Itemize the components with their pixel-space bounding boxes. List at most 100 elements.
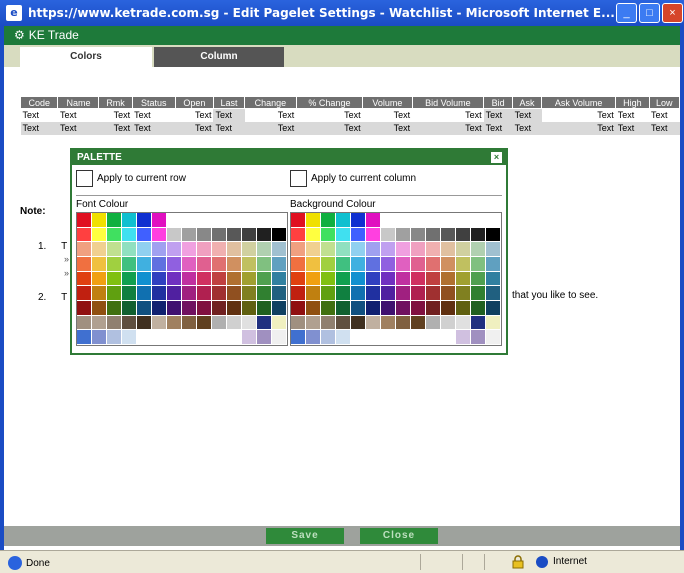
colour-swatch[interactable] [411, 257, 426, 272]
colour-swatch[interactable] [257, 301, 272, 316]
tab-column[interactable]: Column [154, 47, 284, 67]
colour-swatch[interactable] [182, 227, 197, 243]
table-cell[interactable]: Text [213, 108, 245, 122]
colour-swatch[interactable] [272, 286, 287, 301]
colour-swatch[interactable] [77, 242, 92, 257]
colour-swatch[interactable] [92, 257, 107, 272]
colour-swatch[interactable] [182, 301, 197, 316]
colour-swatch[interactable] [152, 257, 167, 272]
colour-swatch[interactable] [257, 330, 272, 345]
table-cell[interactable]: Text [57, 121, 99, 135]
colour-swatch[interactable] [486, 213, 501, 228]
colour-swatch[interactable] [351, 286, 366, 301]
colour-swatch[interactable] [411, 330, 426, 345]
column-header[interactable]: Rmk [98, 96, 133, 109]
colour-swatch[interactable] [381, 286, 396, 301]
apply-column-checkbox[interactable] [290, 170, 307, 187]
colour-swatch[interactable] [197, 271, 212, 287]
colour-swatch[interactable] [137, 286, 152, 301]
maximize-button[interactable]: □ [639, 3, 660, 23]
colour-swatch[interactable] [92, 271, 107, 287]
colour-swatch[interactable] [411, 227, 426, 243]
colour-swatch[interactable] [107, 271, 122, 287]
column-header[interactable]: Ask Volume [541, 96, 617, 109]
colour-swatch[interactable] [336, 330, 351, 345]
colour-swatch[interactable] [212, 315, 227, 331]
table-cell[interactable]: Text [541, 121, 616, 135]
colour-swatch[interactable] [486, 330, 501, 345]
colour-swatch[interactable] [197, 315, 212, 331]
colour-swatch[interactable] [381, 330, 396, 345]
colour-swatch[interactable] [411, 286, 426, 301]
colour-swatch[interactable] [257, 257, 272, 272]
colour-swatch[interactable] [242, 257, 257, 272]
colour-swatch[interactable] [122, 286, 137, 301]
colour-swatch[interactable] [77, 286, 92, 301]
colour-swatch[interactable] [227, 315, 242, 331]
colour-swatch[interactable] [272, 242, 287, 257]
colour-swatch[interactable] [122, 227, 137, 243]
colour-swatch[interactable] [381, 301, 396, 316]
colour-swatch[interactable] [486, 257, 501, 272]
colour-swatch[interactable] [471, 315, 486, 331]
colour-swatch[interactable] [426, 330, 441, 345]
column-header[interactable]: % Change [295, 96, 364, 109]
colour-swatch[interactable] [441, 227, 456, 243]
colour-swatch[interactable] [411, 213, 426, 228]
colour-swatch[interactable] [321, 242, 336, 257]
colour-swatch[interactable] [351, 213, 366, 228]
colour-swatch[interactable] [456, 213, 471, 228]
colour-swatch[interactable] [167, 271, 182, 287]
colour-swatch[interactable] [336, 271, 351, 287]
colour-swatch[interactable] [306, 242, 321, 257]
colour-swatch[interactable] [321, 301, 336, 316]
colour-swatch[interactable] [426, 315, 441, 331]
colour-swatch[interactable] [321, 213, 336, 228]
colour-swatch[interactable] [441, 257, 456, 272]
colour-swatch[interactable] [336, 286, 351, 301]
colour-swatch[interactable] [242, 242, 257, 257]
colour-swatch[interactable] [122, 301, 137, 316]
colour-swatch[interactable] [137, 271, 152, 287]
colour-swatch[interactable] [212, 242, 227, 257]
table-row[interactable]: Text Text Text Text Text Text Text Text … [20, 121, 680, 135]
colour-swatch[interactable] [291, 315, 306, 331]
colour-swatch[interactable] [227, 213, 242, 228]
table-cell[interactable]: Text [483, 108, 513, 122]
colour-swatch[interactable] [471, 227, 486, 243]
colour-swatch[interactable] [122, 257, 137, 272]
colour-swatch[interactable] [471, 242, 486, 257]
colour-swatch[interactable] [227, 227, 242, 243]
apply-row-option[interactable]: Apply to current row [76, 170, 186, 187]
table-cell[interactable]: Text [512, 121, 542, 135]
colour-swatch[interactable] [456, 286, 471, 301]
table-cell[interactable]: Text [244, 121, 297, 135]
table-cell[interactable]: Text [98, 121, 133, 135]
colour-swatch[interactable] [137, 227, 152, 243]
colour-swatch[interactable] [92, 330, 107, 345]
colour-swatch[interactable] [77, 213, 92, 228]
table-cell[interactable]: Text [296, 109, 362, 122]
colour-swatch[interactable] [381, 315, 396, 331]
colour-swatch[interactable] [381, 271, 396, 287]
table-cell[interactable]: Text [132, 109, 175, 122]
colour-swatch[interactable] [257, 286, 272, 301]
colour-swatch[interactable] [291, 242, 306, 257]
colour-swatch[interactable] [441, 213, 456, 228]
colour-swatch[interactable] [336, 257, 351, 272]
colour-swatch[interactable] [227, 257, 242, 272]
colour-swatch[interactable] [441, 242, 456, 257]
colour-swatch[interactable] [182, 257, 197, 272]
close-window-button[interactable]: × [662, 3, 683, 23]
colour-swatch[interactable] [77, 227, 92, 243]
colour-swatch[interactable] [381, 227, 396, 243]
colour-swatch[interactable] [351, 242, 366, 257]
colour-swatch[interactable] [426, 257, 441, 272]
colour-swatch[interactable] [336, 227, 351, 243]
colour-swatch[interactable] [77, 257, 92, 272]
table-cell[interactable]: Text [412, 109, 483, 122]
colour-swatch[interactable] [321, 330, 336, 345]
colour-swatch[interactable] [122, 315, 137, 331]
colour-swatch[interactable] [212, 286, 227, 301]
column-header[interactable]: Ask [512, 96, 543, 109]
